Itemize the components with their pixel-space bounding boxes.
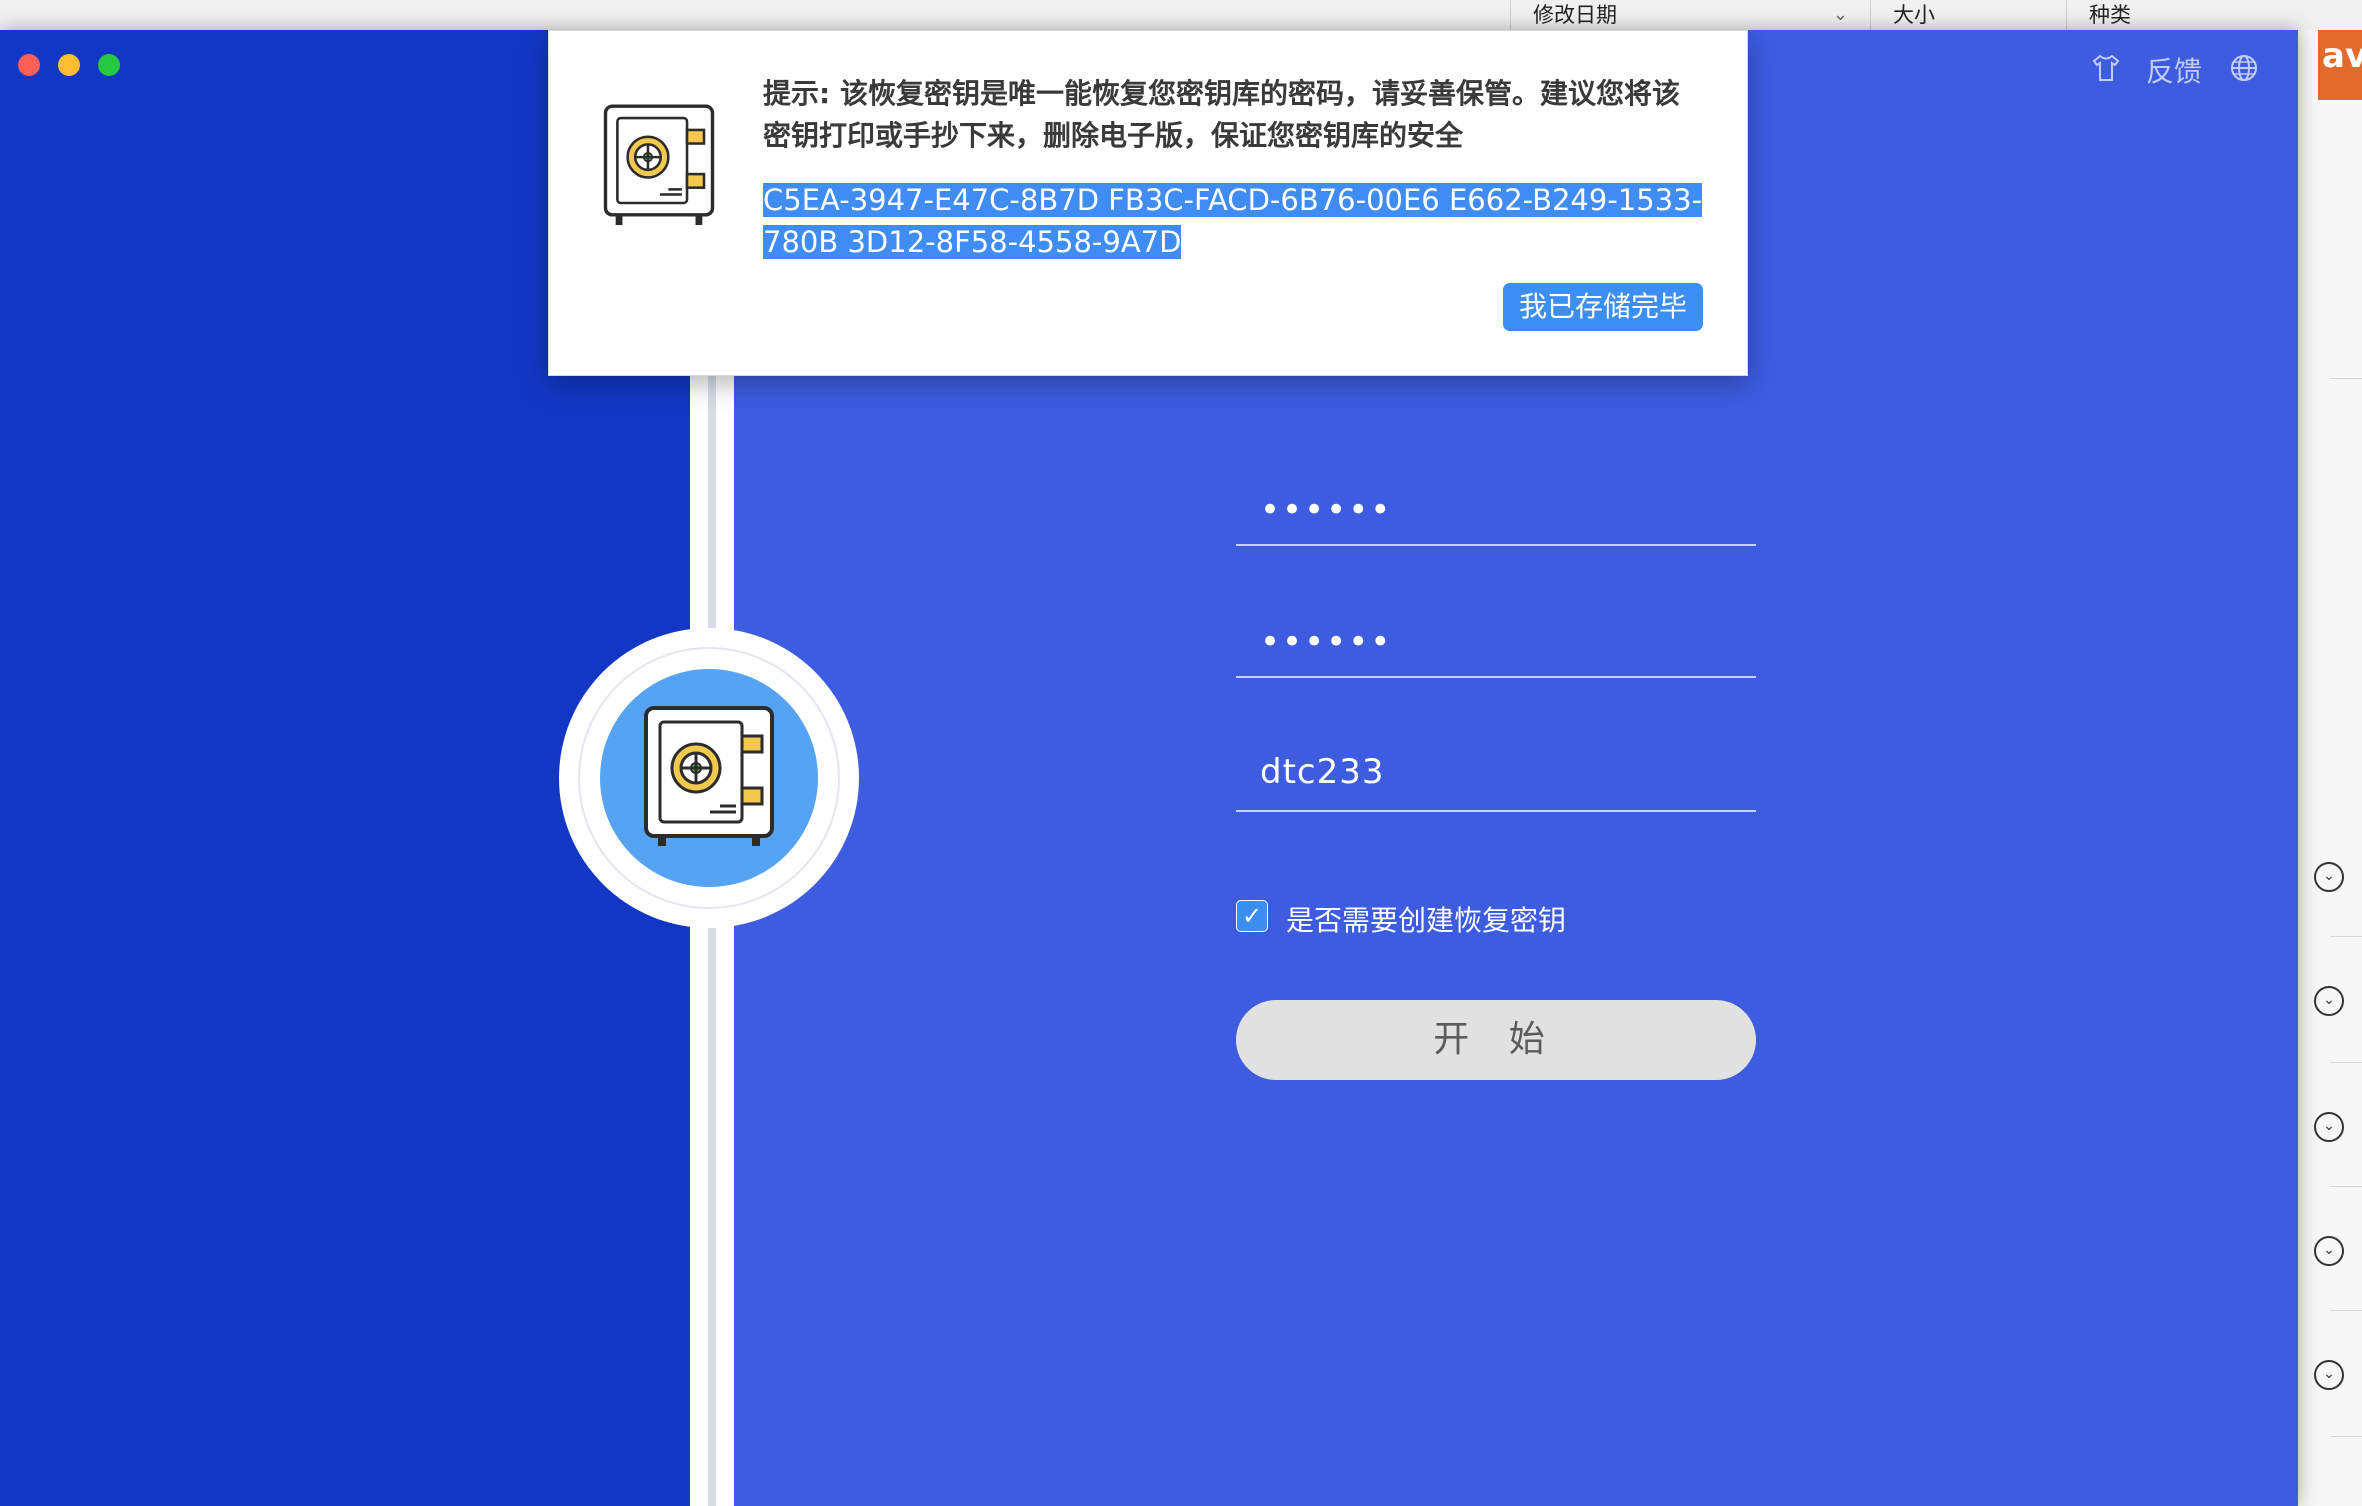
- start-button[interactable]: 开 始: [1236, 1000, 1756, 1080]
- tshirt-icon[interactable]: [2090, 52, 2122, 91]
- background-finder-list: [2298, 30, 2362, 1506]
- row-divider: [2330, 378, 2362, 379]
- create-recovery-key-label[interactable]: 是否需要创建恢复密钥: [1286, 899, 1566, 939]
- progress-rail-track: [708, 360, 716, 1506]
- chevron-down-icon: ⌄: [1832, 4, 1848, 25]
- background-finder-header: 修改日期 ⌄ 大小 种类: [0, 0, 2362, 31]
- expand-circle-icon[interactable]: ⌄: [2314, 1360, 2344, 1390]
- safe-icon: [597, 101, 721, 241]
- row-divider: [2330, 936, 2362, 937]
- vault-setup-window: 反馈 •••••• •••••• dtc233 ✓ 是否需要创建恢复密钥 开 始…: [0, 30, 2298, 1506]
- row-divider: [2330, 1186, 2362, 1187]
- password-hint-field[interactable]: dtc233: [1236, 720, 1756, 812]
- column-header-size[interactable]: 大小: [1870, 0, 2066, 30]
- minimize-window-button[interactable]: [58, 54, 80, 76]
- column-label: 大小: [1893, 3, 1935, 27]
- create-recovery-key-checkbox[interactable]: ✓: [1236, 900, 1268, 932]
- globe-icon[interactable]: [2228, 52, 2260, 91]
- expand-circle-icon[interactable]: ⌄: [2314, 862, 2344, 892]
- recovery-key-text[interactable]: C5EA-3947-E47C-8B7D FB3C-FACD-6B76-00E6 …: [763, 179, 1703, 263]
- row-divider: [2330, 1310, 2362, 1311]
- expand-circle-icon[interactable]: ⌄: [2314, 1112, 2344, 1142]
- confirm-saved-button[interactable]: 我已存储完毕: [1503, 283, 1703, 331]
- row-divider: [2330, 1062, 2362, 1063]
- column-label: 种类: [2089, 3, 2131, 27]
- close-window-button[interactable]: [18, 54, 40, 76]
- zoom-window-button[interactable]: [98, 54, 120, 76]
- column-header-kind[interactable]: 种类: [2066, 0, 2362, 30]
- background-orange-tab[interactable]: ave: [2318, 30, 2362, 100]
- column-header-modified[interactable]: 修改日期 ⌄: [1510, 0, 1870, 30]
- recovery-key-notice: 提示: 该恢复密钥是唯一能恢复您密钥库的密码，请妥善保管。建议您将该密钥打印或手…: [763, 77, 1680, 152]
- recovery-key-selection[interactable]: C5EA-3947-E47C-8B7D FB3C-FACD-6B76-00E6 …: [763, 183, 1703, 259]
- password-field[interactable]: ••••••: [1236, 454, 1756, 546]
- confirm-password-value: ••••••: [1260, 622, 1393, 662]
- confirm-password-field[interactable]: ••••••: [1236, 586, 1756, 678]
- safe-icon: [636, 702, 782, 852]
- expand-circle-icon[interactable]: ⌄: [2314, 986, 2344, 1016]
- password-value: ••••••: [1260, 490, 1393, 530]
- password-hint-value: dtc233: [1260, 752, 1385, 792]
- recovery-key-dialog: 提示: 该恢复密钥是唯一能恢复您密钥库的密码，请妥善保管。建议您将该密钥打印或手…: [548, 30, 1748, 376]
- row-divider: [2330, 1436, 2362, 1437]
- expand-circle-icon[interactable]: ⌄: [2314, 1236, 2344, 1266]
- feedback-link[interactable]: 反馈: [2146, 50, 2202, 90]
- column-label: 修改日期: [1533, 3, 1617, 27]
